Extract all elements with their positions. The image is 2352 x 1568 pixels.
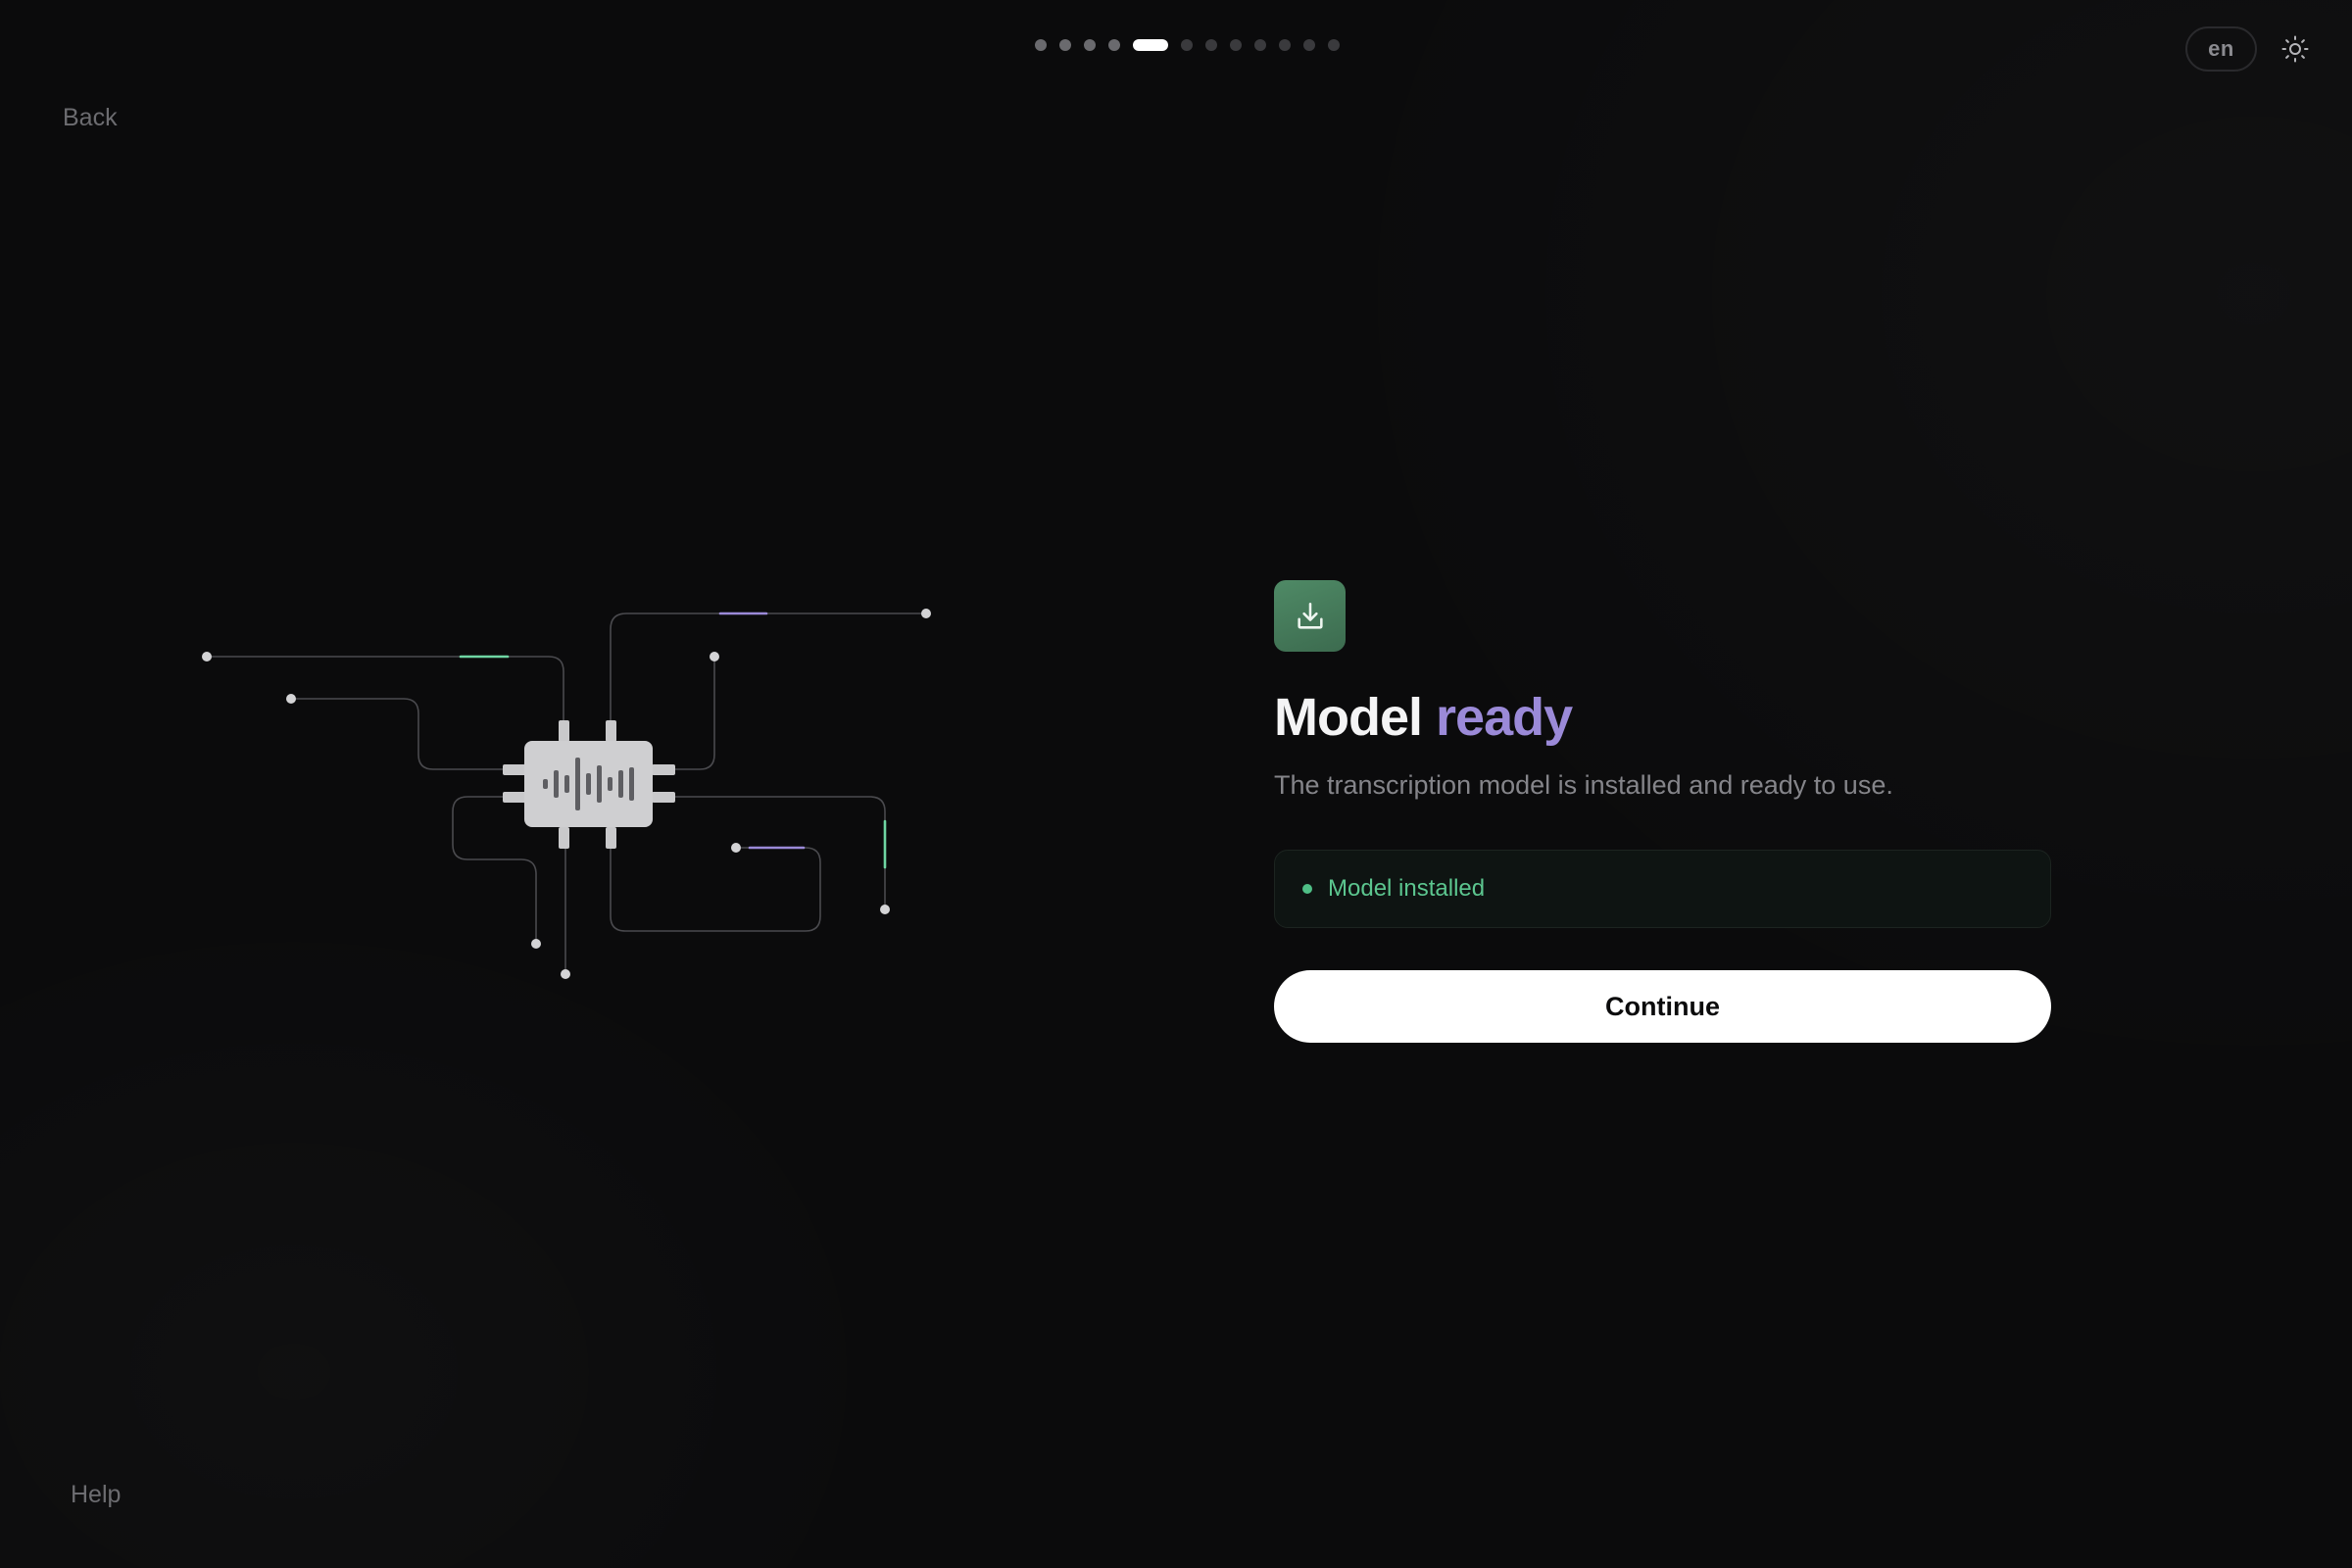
- continue-button[interactable]: Continue: [1274, 970, 2051, 1044]
- progress-step-10: [1279, 39, 1291, 51]
- title-word-ready: ready: [1436, 688, 1573, 747]
- progress-step-11: [1303, 39, 1315, 51]
- circuit-glow-accents: [459, 612, 887, 869]
- progress-step-1: [1035, 39, 1047, 51]
- help-link[interactable]: Help: [71, 1481, 121, 1509]
- progress-step-4: [1108, 39, 1120, 51]
- status-badge: Model installed: [1274, 850, 2051, 929]
- progress-step-3: [1084, 39, 1096, 51]
- progress-step-7: [1205, 39, 1217, 51]
- language-button[interactable]: en: [2185, 26, 2257, 72]
- page-title: Model ready: [1274, 688, 2053, 747]
- progress-step-8: [1230, 39, 1242, 51]
- progress-step-12: [1328, 39, 1340, 51]
- progress-indicator: [1035, 37, 1340, 53]
- chip-circuit-illustration: [202, 609, 931, 979]
- status-indicator-dot: [1302, 884, 1312, 895]
- model-status-panel: Model ready The transcription model is i…: [1274, 580, 2053, 1044]
- progress-step-9: [1254, 39, 1266, 51]
- back-link[interactable]: Back: [63, 104, 118, 132]
- progress-step-2: [1059, 39, 1071, 51]
- progress-step-6: [1181, 39, 1193, 51]
- download-icon-tile: [1274, 580, 1346, 652]
- title-word-model: Model: [1274, 688, 1423, 747]
- theme-toggle-button[interactable]: [2278, 29, 2313, 69]
- status-text: Model installed: [1328, 875, 1486, 903]
- progress-step-current: [1133, 39, 1168, 51]
- sun-icon: [2281, 35, 2309, 63]
- page-subtitle: The transcription model is installed and…: [1274, 770, 1893, 801]
- download-icon: [1297, 602, 1323, 629]
